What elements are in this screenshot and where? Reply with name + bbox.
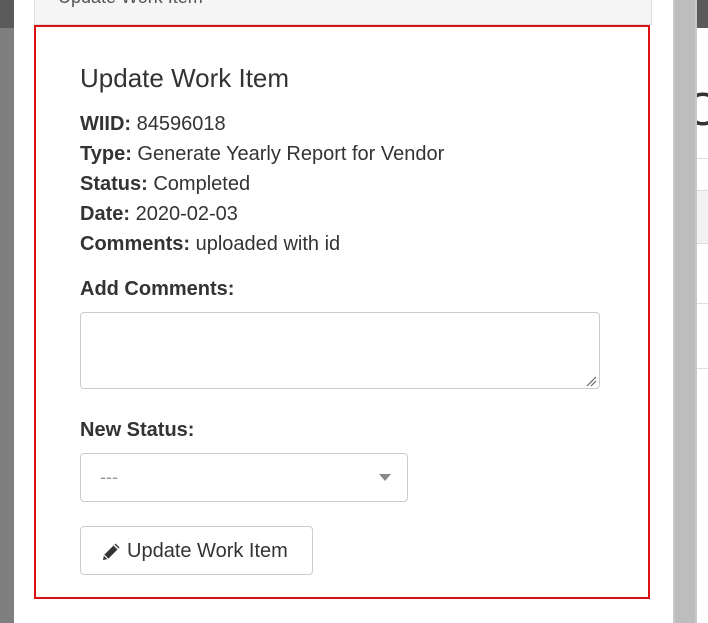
detail-value: Completed xyxy=(153,173,251,195)
new-status-label: New Status: xyxy=(80,419,195,441)
detail-label: Status: xyxy=(80,173,148,195)
detail-type: Type: Generate Yearly Report for Vendor xyxy=(80,142,444,166)
update-work-item-panel: Update Work Item WIID: 84596018 Type: Ge… xyxy=(34,25,650,599)
update-work-item-button-label: Update Work Item xyxy=(127,540,288,562)
update-work-item-modal: Update Work Item Update Work Item WIID: … xyxy=(14,0,673,623)
scrollbar-thumb[interactable] xyxy=(675,0,695,623)
detail-value: uploaded with id xyxy=(195,233,341,255)
background-divider xyxy=(697,158,708,159)
scrollbar[interactable] xyxy=(673,0,697,623)
background-row xyxy=(697,190,708,244)
detail-status: Status: Completed xyxy=(80,172,250,196)
detail-value: 84596018 xyxy=(136,113,226,135)
background-divider xyxy=(697,368,708,369)
resize-grip-icon[interactable] xyxy=(586,376,597,387)
add-comments-label: Add Comments: xyxy=(80,278,235,300)
new-status-select[interactable]: --- xyxy=(80,453,408,502)
modal-header: Update Work Item xyxy=(34,0,652,25)
panel-title: Update Work Item xyxy=(80,63,290,93)
detail-label: Comments: xyxy=(80,233,191,255)
background-divider xyxy=(697,303,708,304)
detail-comments: Comments: uploaded with id xyxy=(80,232,340,256)
detail-label: WIID: xyxy=(80,113,132,135)
detail-label: Type: xyxy=(80,143,132,165)
pencil-icon xyxy=(103,543,120,560)
detail-label: Date: xyxy=(80,203,131,225)
add-comments-textarea[interactable] xyxy=(80,312,600,389)
new-status-selected-value: --- xyxy=(100,467,118,487)
detail-value: 2020-02-03 xyxy=(135,203,238,225)
detail-value: Generate Yearly Report for Vendor xyxy=(137,143,445,165)
chevron-down-icon xyxy=(379,474,391,481)
detail-wiid: WIID: 84596018 xyxy=(80,112,226,136)
detail-date: Date: 2020-02-03 xyxy=(80,202,238,226)
update-work-item-button[interactable]: Update Work Item xyxy=(80,526,313,575)
modal-header-title: Update Work Item xyxy=(58,0,203,8)
